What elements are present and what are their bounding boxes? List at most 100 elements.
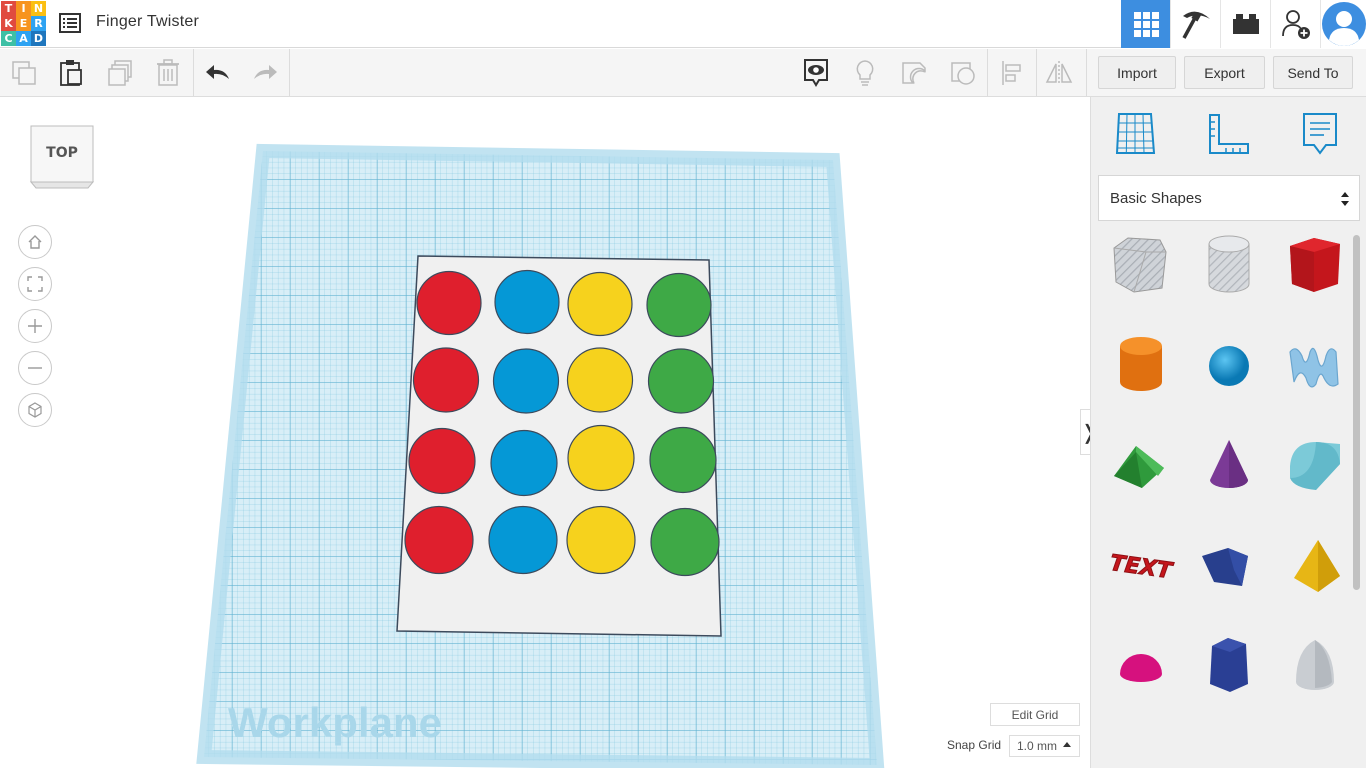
color-dot[interactable] xyxy=(416,270,482,336)
3d-design-view-button[interactable] xyxy=(1121,0,1170,48)
logo-letter: N xyxy=(31,1,46,16)
align-button[interactable] xyxy=(988,49,1036,96)
import-button[interactable]: Import xyxy=(1098,56,1176,89)
shape-box-hole[interactable] xyxy=(1106,230,1176,300)
invite-user-button[interactable] xyxy=(1270,0,1320,48)
caret-up-icon xyxy=(1063,742,1071,747)
logo-letter: T xyxy=(1,1,16,16)
color-dot[interactable] xyxy=(404,505,474,575)
shape-half-sphere[interactable] xyxy=(1106,630,1176,700)
color-dot[interactable] xyxy=(494,269,560,335)
zoom-in-button[interactable] xyxy=(18,309,52,343)
color-dot[interactable] xyxy=(408,427,476,495)
color-dot[interactable] xyxy=(490,429,558,497)
fit-view-icon xyxy=(27,276,43,292)
shape-paraboloid[interactable] xyxy=(1280,630,1350,700)
color-dot[interactable] xyxy=(566,505,636,575)
shape-sphere[interactable] xyxy=(1194,330,1264,400)
shape-box[interactable] xyxy=(1280,230,1350,300)
color-dot[interactable] xyxy=(566,347,634,413)
shape-cylinder[interactable] xyxy=(1106,330,1176,400)
paraboloid-icon xyxy=(1296,640,1334,690)
color-dot[interactable] xyxy=(649,426,717,494)
shape-wedge[interactable] xyxy=(1194,530,1264,600)
shape-heart[interactable] xyxy=(1280,730,1350,768)
minus-icon xyxy=(28,367,42,369)
color-dot[interactable] xyxy=(567,271,633,337)
shape-roof[interactable] xyxy=(1106,430,1176,500)
workplane-scene: Workplane xyxy=(196,143,885,768)
shape-cylinder-hole[interactable] xyxy=(1194,230,1264,300)
color-dot[interactable] xyxy=(488,505,558,575)
wedge-icon xyxy=(1202,548,1248,586)
account-avatar-button[interactable] xyxy=(1320,0,1366,48)
select-updown-icon xyxy=(1341,192,1349,206)
shape-round-roof[interactable] xyxy=(1280,430,1350,500)
shape-text[interactable]: TEXT xyxy=(1106,530,1176,600)
logo-letter: E xyxy=(16,16,31,31)
zoom-out-button[interactable] xyxy=(18,351,52,385)
shape-category-select[interactable]: Basic Shapes xyxy=(1098,175,1360,221)
plus-icon xyxy=(28,319,42,333)
home-view-button[interactable] xyxy=(18,225,52,259)
design-canvas[interactable]: Workplane TOP Edit Grid Snap Grid 1.0 mm xyxy=(0,97,1090,768)
panel-scrollbar[interactable] xyxy=(1353,235,1360,590)
export-button[interactable]: Export xyxy=(1184,56,1265,89)
color-dot[interactable] xyxy=(650,507,720,577)
bricks-view-button[interactable] xyxy=(1220,0,1270,48)
workplane-tool-button[interactable] xyxy=(1111,109,1161,159)
note-bubble-icon xyxy=(1303,113,1337,155)
tinkercad-logo[interactable]: TINKERCAD xyxy=(1,1,46,46)
blocks-view-button[interactable] xyxy=(1170,0,1220,48)
shape-polygon[interactable] xyxy=(1194,630,1264,700)
shape-scribble[interactable] xyxy=(1280,330,1350,400)
shape-pyramid[interactable] xyxy=(1280,530,1350,600)
notes-visibility-button[interactable] xyxy=(792,49,840,96)
ungroup-button[interactable] xyxy=(939,49,987,96)
copy-icon xyxy=(12,60,36,85)
delete-button[interactable] xyxy=(144,49,192,96)
view-cube[interactable]: TOP xyxy=(30,124,96,190)
redo-button[interactable] xyxy=(241,49,289,96)
lightbulb-button[interactable] xyxy=(841,49,889,96)
fit-view-button[interactable] xyxy=(18,267,52,301)
paste-button[interactable] xyxy=(47,49,95,96)
group-icon xyxy=(902,61,926,84)
group-button[interactable] xyxy=(890,49,938,96)
ungroup-icon xyxy=(951,61,975,85)
view-cube-face-label: TOP xyxy=(46,145,78,161)
shape-cone[interactable] xyxy=(1194,430,1264,500)
perspective-toggle-button[interactable] xyxy=(18,393,52,427)
paste-icon xyxy=(60,59,82,86)
color-dot[interactable] xyxy=(647,348,715,414)
shape-torus[interactable] xyxy=(1106,730,1176,768)
shape-tube[interactable] xyxy=(1194,730,1264,768)
notes-tool-button[interactable] xyxy=(1295,109,1345,159)
ruler-tool-button[interactable] xyxy=(1204,109,1254,159)
home-icon xyxy=(28,235,42,249)
mirror-button[interactable] xyxy=(1035,49,1083,96)
logo-letter: K xyxy=(1,16,16,31)
send-to-button[interactable]: Send To xyxy=(1273,56,1353,89)
copy-button[interactable] xyxy=(0,49,48,96)
logo-letter: C xyxy=(1,31,16,46)
align-icon xyxy=(1002,60,1021,85)
snap-grid-select[interactable]: 1.0 mm xyxy=(1009,735,1080,757)
designs-list-icon[interactable] xyxy=(58,11,82,35)
logo-letter: I xyxy=(16,1,31,16)
svg-text:TEXT: TEXT xyxy=(1108,551,1175,585)
color-dot[interactable] xyxy=(646,272,712,338)
color-dot[interactable] xyxy=(567,424,635,492)
project-title[interactable]: Finger Twister xyxy=(96,13,199,31)
edit-grid-button[interactable]: Edit Grid xyxy=(990,703,1080,726)
ruler-icon xyxy=(1209,114,1249,154)
color-dot[interactable] xyxy=(412,347,480,413)
undo-button[interactable] xyxy=(194,49,242,96)
duplicate-button[interactable] xyxy=(96,49,144,96)
eye-speech-bubble-icon xyxy=(804,58,828,87)
lightbulb-icon xyxy=(856,59,874,86)
color-dot[interactable] xyxy=(492,348,560,414)
user-avatar-icon xyxy=(1321,2,1366,46)
workplane-icon xyxy=(1115,113,1156,154)
pyramid-icon xyxy=(1294,540,1340,592)
